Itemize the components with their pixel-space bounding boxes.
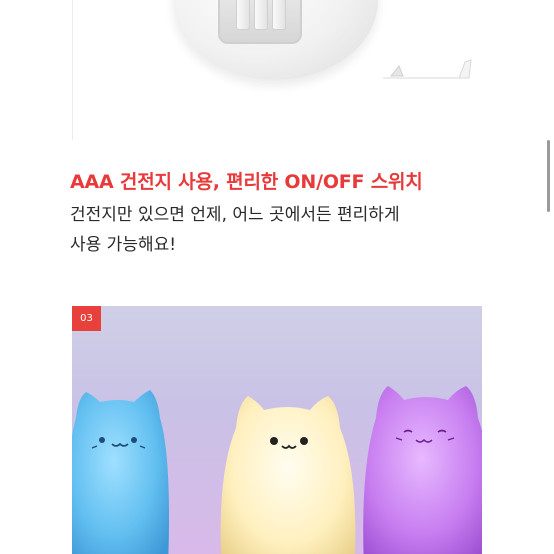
purple-cat-lamp [360,378,482,554]
product-photo-lamps: 03 [72,306,482,554]
step-badge: 03 [72,306,101,331]
feature-title: AAA 건전지 사용, 편리한 ON/OFF 스위치 [70,171,423,193]
feature-description: 건전지만 있으면 언제, 어느 곳에서든 편리하게 사용 가능해요! [70,200,490,260]
scrollbar-thumb[interactable] [547,140,550,212]
description-line-1: 건전지만 있으면 언제, 어느 곳에서든 편리하게 [70,205,400,225]
product-photo-battery [72,0,483,140]
battery-compartment [218,0,302,44]
battery-cell [254,0,268,30]
yellow-cat-lamp [214,386,362,554]
blue-cat-lamp [72,378,174,554]
switch-stand-image [383,59,472,79]
battery-cell [236,0,250,30]
description-line-2: 사용 가능해요! [70,235,177,255]
battery-cell [272,0,286,30]
